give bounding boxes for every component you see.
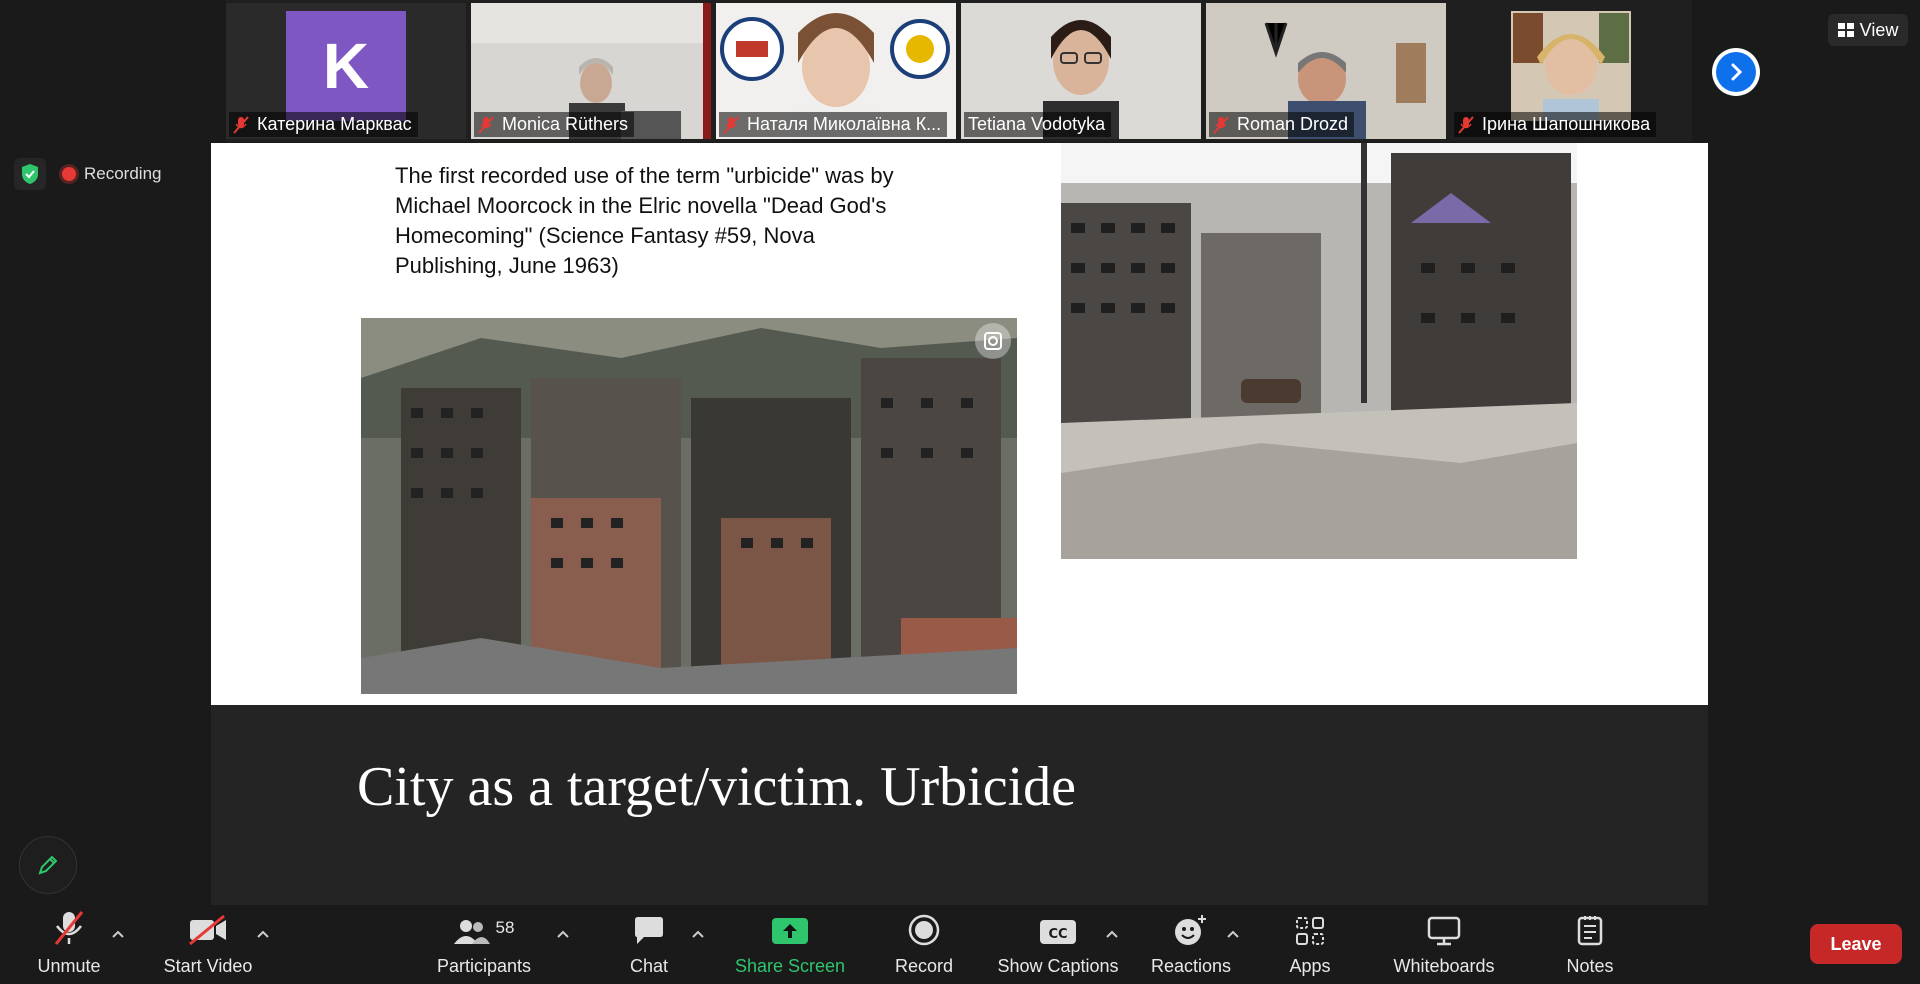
participant-tile[interactable]: Наталя Миколаївна К... — [716, 3, 956, 139]
unmute-label: Unmute — [37, 956, 101, 976]
start-video-label: Start Video — [163, 956, 253, 976]
participant-tile-active-speaker[interactable]: Tetiana Vodotyka — [961, 3, 1201, 139]
grid-view-icon — [1837, 23, 1854, 37]
unmute-button[interactable]: Unmute — [30, 906, 108, 984]
video-off-icon — [189, 914, 226, 946]
security-shield-button[interactable] — [14, 158, 46, 190]
mic-muted-icon — [478, 115, 494, 134]
share-screen-label: Share Screen — [734, 956, 846, 976]
participant-name: Катерина Марквас — [257, 114, 412, 134]
cc-icon: CC — [1040, 920, 1076, 944]
meeting-window: K Катерина Марквас Monica Rüthers Наталя… — [0, 0, 1920, 984]
smiley-plus-icon — [1175, 915, 1206, 945]
apps-button[interactable]: Apps — [1270, 906, 1350, 984]
participants-label: Participants — [436, 956, 532, 976]
participant-name: Monica Rüthers — [502, 114, 629, 134]
participants-button[interactable]: 58 Participants — [430, 906, 538, 984]
captions-options-caret-icon[interactable] — [1104, 928, 1120, 940]
recording-indicator[interactable]: Recording — [62, 158, 162, 190]
video-options-caret-icon[interactable] — [255, 928, 271, 940]
recording-label: Recording — [84, 164, 162, 183]
apps-icon — [1296, 917, 1324, 945]
participant-name: Roman Drozd — [1237, 114, 1349, 134]
chevron-right-icon — [1716, 52, 1756, 92]
slide-title-band: City as a target/victim. Urbicide — [211, 705, 1708, 905]
leave-button[interactable]: Leave — [1810, 924, 1902, 964]
slide-photo-destroyed-street — [1061, 143, 1577, 559]
participant-name-tag: Tetiana Vodotyka — [964, 112, 1112, 137]
slide-photo-ruined-apartment-blocks — [361, 318, 1017, 694]
svg-text:CC: CC — [1048, 927, 1067, 942]
slide-body-text: The first recorded use of the term "urbi… — [395, 163, 894, 278]
participant-name-tag: Наталя Миколаївна К... — [719, 112, 948, 137]
mic-muted-icon — [1458, 115, 1474, 134]
apps-label: Apps — [1289, 956, 1331, 976]
annotate-button[interactable] — [19, 836, 77, 894]
whiteboards-button[interactable]: Whiteboards — [1380, 906, 1508, 984]
participant-tile[interactable]: Monica Rüthers — [471, 3, 711, 139]
people-icon — [453, 920, 490, 944]
notes-icon — [1577, 916, 1603, 946]
participant-name: Наталя Миколаївна К... — [747, 114, 942, 134]
notes-label: Notes — [1566, 956, 1614, 976]
participant-name-tag: Monica Rüthers — [474, 112, 635, 137]
reactions-options-caret-icon[interactable] — [1225, 928, 1241, 940]
mic-muted-icon — [723, 115, 739, 134]
notes-button[interactable]: Notes — [1550, 906, 1630, 984]
audio-options-caret-icon[interactable] — [110, 928, 126, 940]
chat-label: Chat — [629, 956, 669, 976]
view-label: View — [1859, 19, 1899, 40]
participant-tile[interactable]: Roman Drozd — [1206, 3, 1446, 139]
mic-muted-icon — [233, 115, 249, 134]
mic-muted-icon — [54, 911, 84, 945]
share-arrow-up-icon — [772, 918, 808, 944]
chat-button[interactable]: Chat — [610, 906, 688, 984]
record-label: Record — [894, 956, 954, 976]
show-captions-button[interactable]: CC Show Captions — [990, 906, 1126, 984]
participant-name-tag: Катерина Марквас — [229, 112, 418, 137]
participant-avatar: K — [286, 11, 406, 121]
screenshot-capture-icon[interactable] — [975, 323, 1011, 359]
participant-name-tag: Roman Drozd — [1209, 112, 1355, 137]
participant-tile[interactable]: Ірина Шапошникова — [1451, 3, 1691, 139]
participants-options-caret-icon[interactable] — [555, 928, 571, 940]
whiteboards-label: Whiteboards — [1393, 956, 1495, 976]
participant-tile[interactable]: K Катерина Марквас — [226, 3, 466, 139]
participant-strip: K Катерина Марквас Monica Rüthers Наталя… — [226, 0, 1692, 142]
start-video-button[interactable]: Start Video — [150, 906, 266, 984]
slide-title: City as a target/victim. Urbicide — [357, 756, 1077, 818]
mic-muted-icon — [1213, 115, 1229, 134]
view-button[interactable]: View — [1828, 14, 1908, 46]
record-circle-icon — [908, 914, 940, 946]
meeting-toolbar: Unmute Start Video 58 Participants Chat … — [0, 906, 1920, 984]
chat-bubble-icon — [635, 917, 663, 944]
chat-options-caret-icon[interactable] — [690, 928, 706, 940]
shield-check-icon — [22, 164, 38, 184]
participant-name: Tetiana Vodotyka — [968, 114, 1106, 134]
participant-name: Ірина Шапошникова — [1482, 114, 1651, 134]
participants-count: 58 — [495, 918, 515, 937]
pencil-icon — [38, 855, 58, 875]
reactions-button[interactable]: Reactions — [1146, 906, 1236, 984]
share-screen-button[interactable]: Share Screen — [730, 906, 850, 984]
show-captions-label: Show Captions — [997, 956, 1119, 976]
recording-dot-icon — [62, 167, 76, 181]
shared-screen-slide: The first recorded use of the term "urbi… — [211, 143, 1708, 705]
whiteboard-icon — [1427, 916, 1461, 946]
reactions-label: Reactions — [1150, 956, 1232, 976]
next-page-button[interactable] — [1712, 48, 1760, 96]
participant-name-tag: Ірина Шапошникова — [1454, 112, 1657, 137]
record-button[interactable]: Record — [880, 906, 968, 984]
